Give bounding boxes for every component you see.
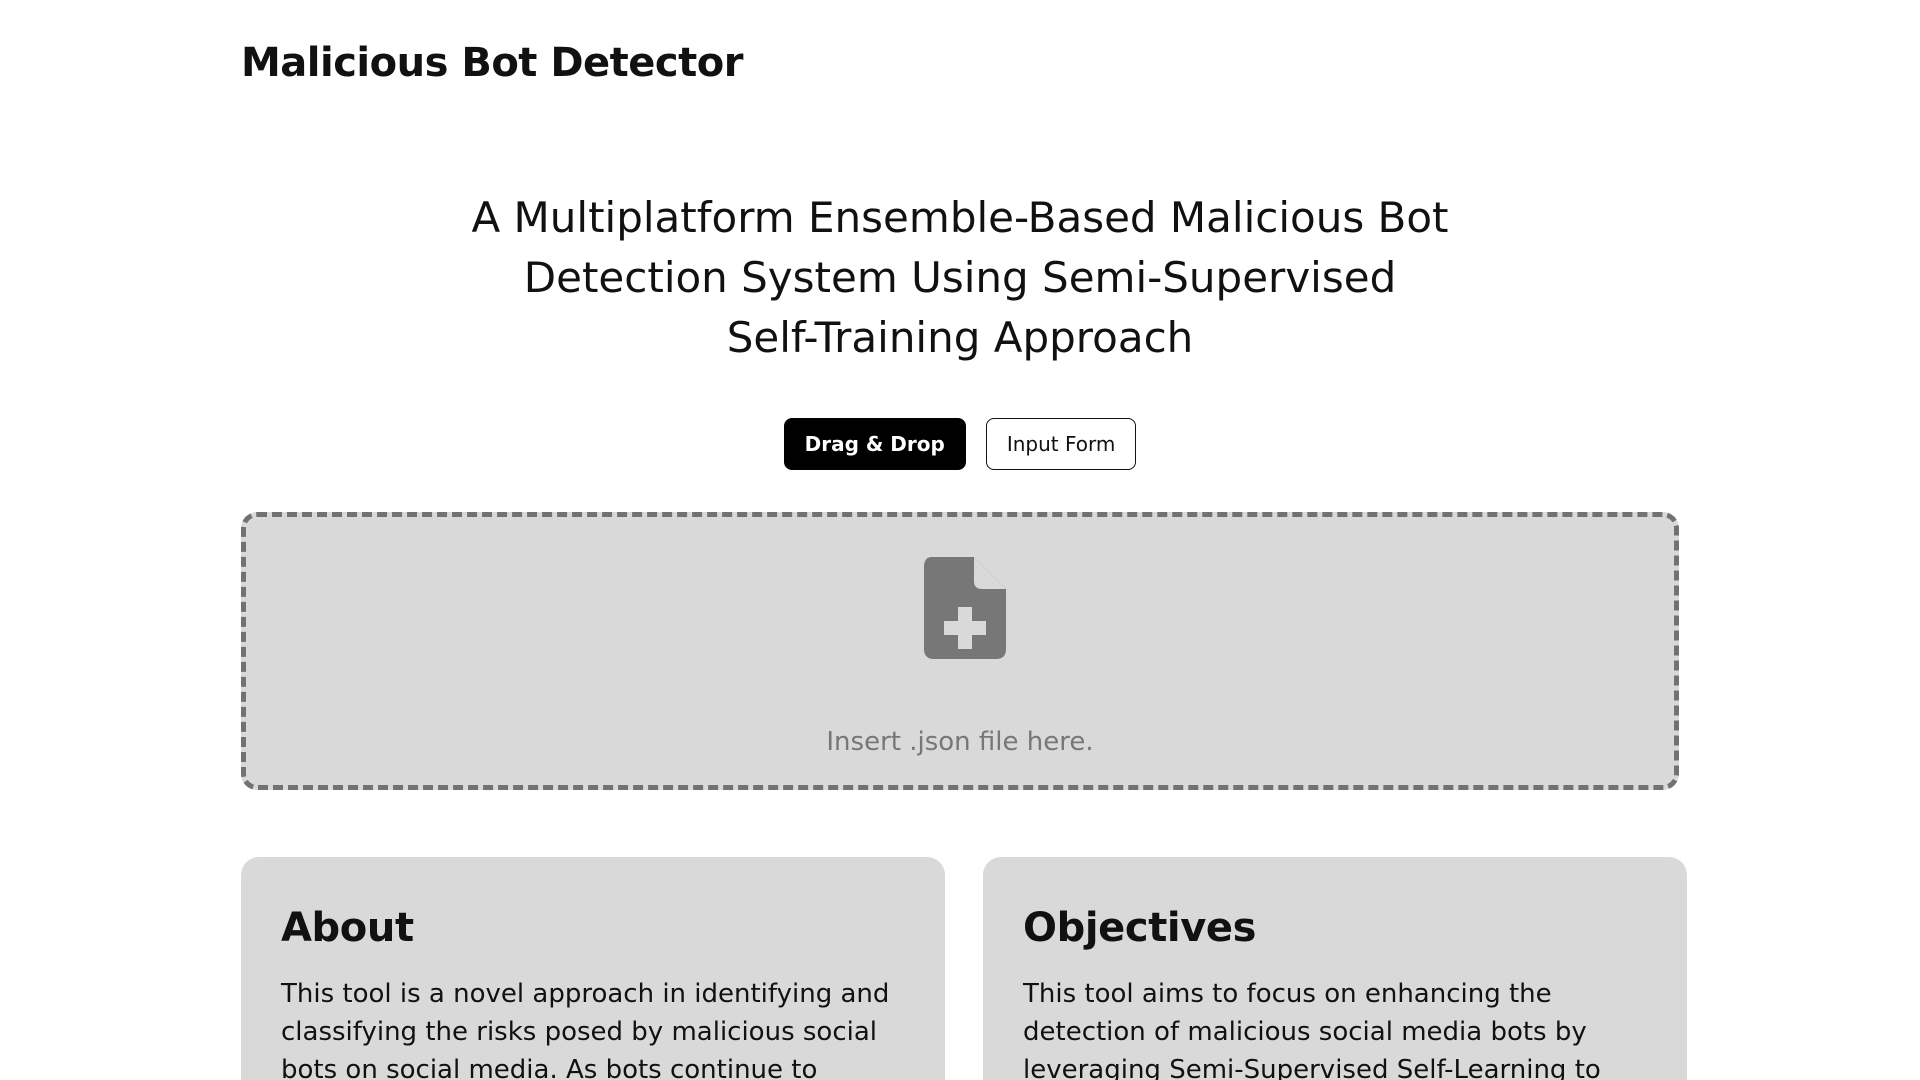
about-card: About This tool is a novel approach in i… [241,857,945,1080]
objectives-description: This tool aims to focus on enhancing the… [1023,979,1601,1080]
file-plus-icon [924,557,1006,659]
page-root: Malicious Bot Detector A Multiplatform E… [0,0,1920,1080]
dropzone-prompt: Insert .json file here. [826,727,1094,757]
objectives-title: Objectives [1023,905,1257,951]
input-form-button[interactable]: Input Form [985,418,1137,470]
about-description: This tool is a novel approach in identif… [281,979,890,1080]
app-title: Malicious Bot Detector [241,40,743,86]
about-title: About [281,905,414,951]
drag-drop-button[interactable]: Drag & Drop [783,418,966,470]
hero-title: A Multiplatform Ensemble-Based Malicious… [471,193,1449,362]
objectives-card: Objectives This tool aims to focus on en… [983,857,1687,1080]
mode-toggle: Drag & Drop Input Form [0,418,1920,470]
json-dropzone[interactable]: Insert .json file here. [241,512,1679,790]
